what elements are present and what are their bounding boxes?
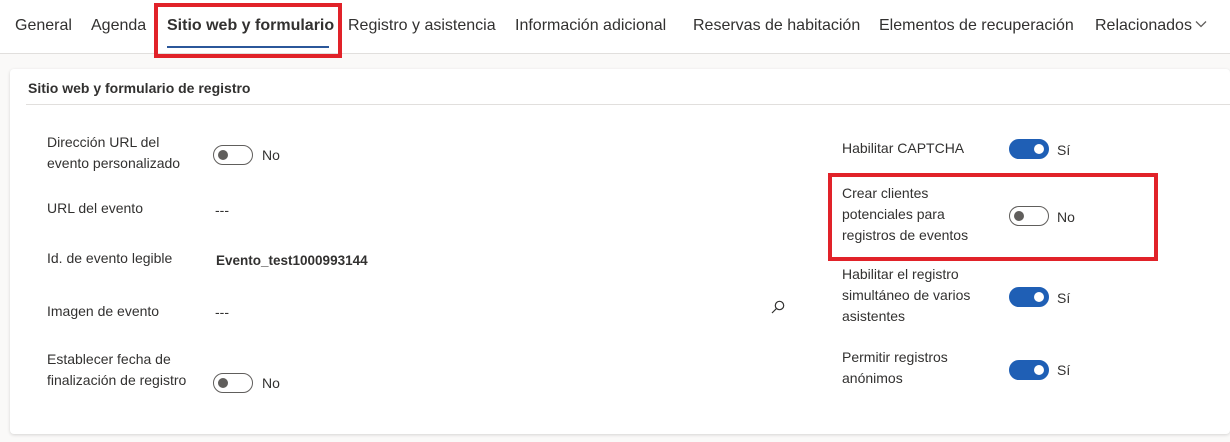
readable-id-value: Evento_test1000993144 <box>216 253 368 268</box>
create-leads-toggle[interactable] <box>1009 206 1049 226</box>
captcha-state: Sí <box>1057 142 1071 158</box>
anonymous-state: Sí <box>1057 362 1071 378</box>
toggle-knob <box>1014 211 1024 221</box>
event-url-value: --- <box>215 202 229 218</box>
anonymous-toggle[interactable] <box>1009 360 1049 380</box>
toggle-knob <box>1034 144 1044 154</box>
tab-related[interactable]: Relacionados <box>1095 16 1192 38</box>
event-url-label: URL del evento <box>47 200 143 216</box>
tab-bar: General Agenda Sitio web y formulario Re… <box>0 0 1230 54</box>
active-tab-indicator <box>167 46 329 48</box>
captcha-toggle[interactable] <box>1009 139 1049 159</box>
custom-url-label: Dirección URL del evento personalizado <box>47 134 181 171</box>
tab-room-reservations[interactable]: Reservas de habitación <box>693 16 860 38</box>
section-title: Sitio web y formulario de registro <box>28 80 251 96</box>
section-divider <box>26 104 1230 105</box>
search-icon[interactable] <box>770 299 786 315</box>
custom-url-state: No <box>262 147 280 163</box>
event-image-label: Imagen de evento <box>47 303 160 319</box>
tab-general[interactable]: General <box>15 16 72 38</box>
tab-website-form[interactable]: Sitio web y formulario <box>167 16 334 38</box>
create-leads-label: Crear clientes potenciales para registro… <box>842 185 969 243</box>
multi-attendee-state: Sí <box>1057 290 1071 306</box>
tab-additional-info[interactable]: Información adicional <box>515 16 666 38</box>
toggle-knob <box>1034 365 1044 375</box>
tab-recovery-items[interactable]: Elementos de recuperación <box>879 16 1074 38</box>
readable-id-label: Id. de evento legible <box>47 250 173 266</box>
toggle-knob <box>218 378 228 388</box>
event-image-value: --- <box>215 304 229 320</box>
anonymous-label: Permitir registros anónimos <box>842 349 948 386</box>
set-end-date-label: Establecer fecha de finalización de regi… <box>47 351 187 388</box>
create-leads-state: No <box>1057 209 1075 225</box>
toggle-knob <box>1034 292 1044 302</box>
custom-url-toggle[interactable] <box>213 145 253 165</box>
tab-registration-attendance[interactable]: Registro y asistencia <box>348 16 496 38</box>
multi-attendee-label: Habilitar el registro simultáneo de vari… <box>842 266 971 324</box>
chevron-down-icon[interactable] <box>1195 18 1207 30</box>
toggle-knob <box>218 150 228 160</box>
captcha-label: Habilitar CAPTCHA <box>842 140 965 156</box>
tab-agenda[interactable]: Agenda <box>91 16 146 38</box>
multi-attendee-toggle[interactable] <box>1009 287 1049 307</box>
set-end-date-toggle[interactable] <box>213 373 253 393</box>
set-end-date-state: No <box>262 375 280 391</box>
